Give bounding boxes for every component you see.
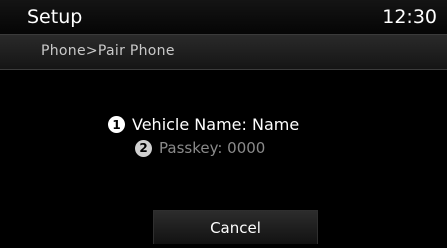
step-1-badge: 1 — [108, 116, 125, 133]
passkey-text: Passkey: 0000 — [159, 139, 266, 157]
breadcrumb-bar: Phone>Pair Phone — [0, 34, 447, 70]
cancel-button[interactable]: Cancel — [153, 210, 318, 244]
screen-title: Setup — [27, 6, 83, 28]
vehicle-name-line: 1 Vehicle Name: Name — [108, 115, 299, 134]
vehicle-name-text: Vehicle Name: Name — [132, 115, 300, 134]
clock: 12:30 — [382, 6, 437, 28]
title-bar: Setup 12:30 — [0, 0, 447, 34]
passkey-line: 2 Passkey: 0000 — [135, 139, 265, 157]
pair-phone-screen: Setup 12:30 Phone>Pair Phone 1 Vehicle N… — [0, 0, 447, 248]
breadcrumb: Phone>Pair Phone — [41, 43, 175, 59]
step-2-badge: 2 — [135, 139, 152, 157]
